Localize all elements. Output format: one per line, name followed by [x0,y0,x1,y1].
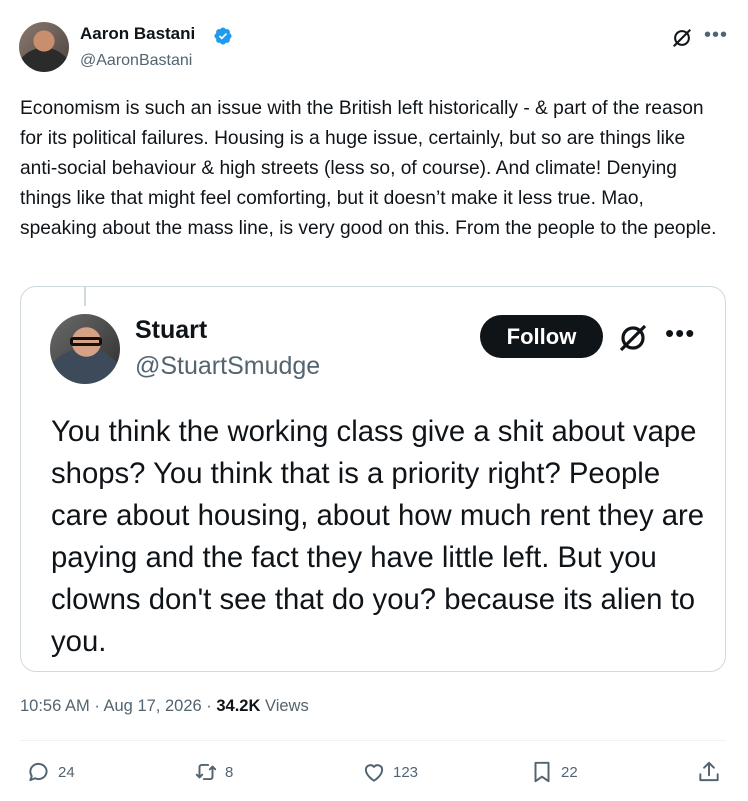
author-handle[interactable]: @AaronBastani [80,52,192,70]
repost-button[interactable]: 8 [193,758,233,786]
share-button[interactable] [696,758,722,786]
quoted-text: You think the working class give a shit … [51,415,705,658]
divider [20,740,726,741]
repost-count: 8 [225,763,234,781]
like-count: 123 [393,763,419,781]
meta-separator: · [94,697,100,715]
bookmark-count: 22 [561,763,578,781]
post-meta: 10:56 AM · Aug 17, 2026 · 34.2K Views [20,697,309,716]
author-avatar[interactable] [19,22,69,72]
like-button[interactable]: 123 [361,758,418,786]
more-icon[interactable]: ••• [665,318,695,349]
follow-button[interactable]: Follow [480,315,603,358]
quoted-avatar-glasses [70,337,102,346]
author-name[interactable]: Aaron Bastani [80,24,195,44]
reply-button[interactable]: 24 [26,758,75,786]
reply-icon [29,762,48,782]
post-time[interactable]: 10:56 AM [20,697,90,715]
quoted-author-name[interactable]: Stuart [135,316,207,345]
meta-separator: · [206,697,212,715]
bookmark-icon [534,761,550,783]
post-text: Economism is such an issue with the Brit… [20,98,717,239]
like-icon [364,764,384,782]
quoted-avatar[interactable] [50,314,120,384]
grok-icon[interactable] [617,322,649,354]
verified-badge-icon [214,27,232,45]
grok-icon[interactable] [671,27,693,49]
views-label: Views [264,697,309,715]
more-icon[interactable]: ••• [704,24,728,47]
quoted-author-handle[interactable]: @StuartSmudge [135,352,320,381]
reply-count: 24 [58,763,75,781]
share-icon [699,761,719,782]
views-count: 34.2K [216,697,261,715]
post-date[interactable]: Aug 17, 2026 [104,697,202,715]
repost-icon [195,763,217,781]
bookmark-button[interactable]: 22 [529,758,578,786]
thread-connector [84,286,86,306]
